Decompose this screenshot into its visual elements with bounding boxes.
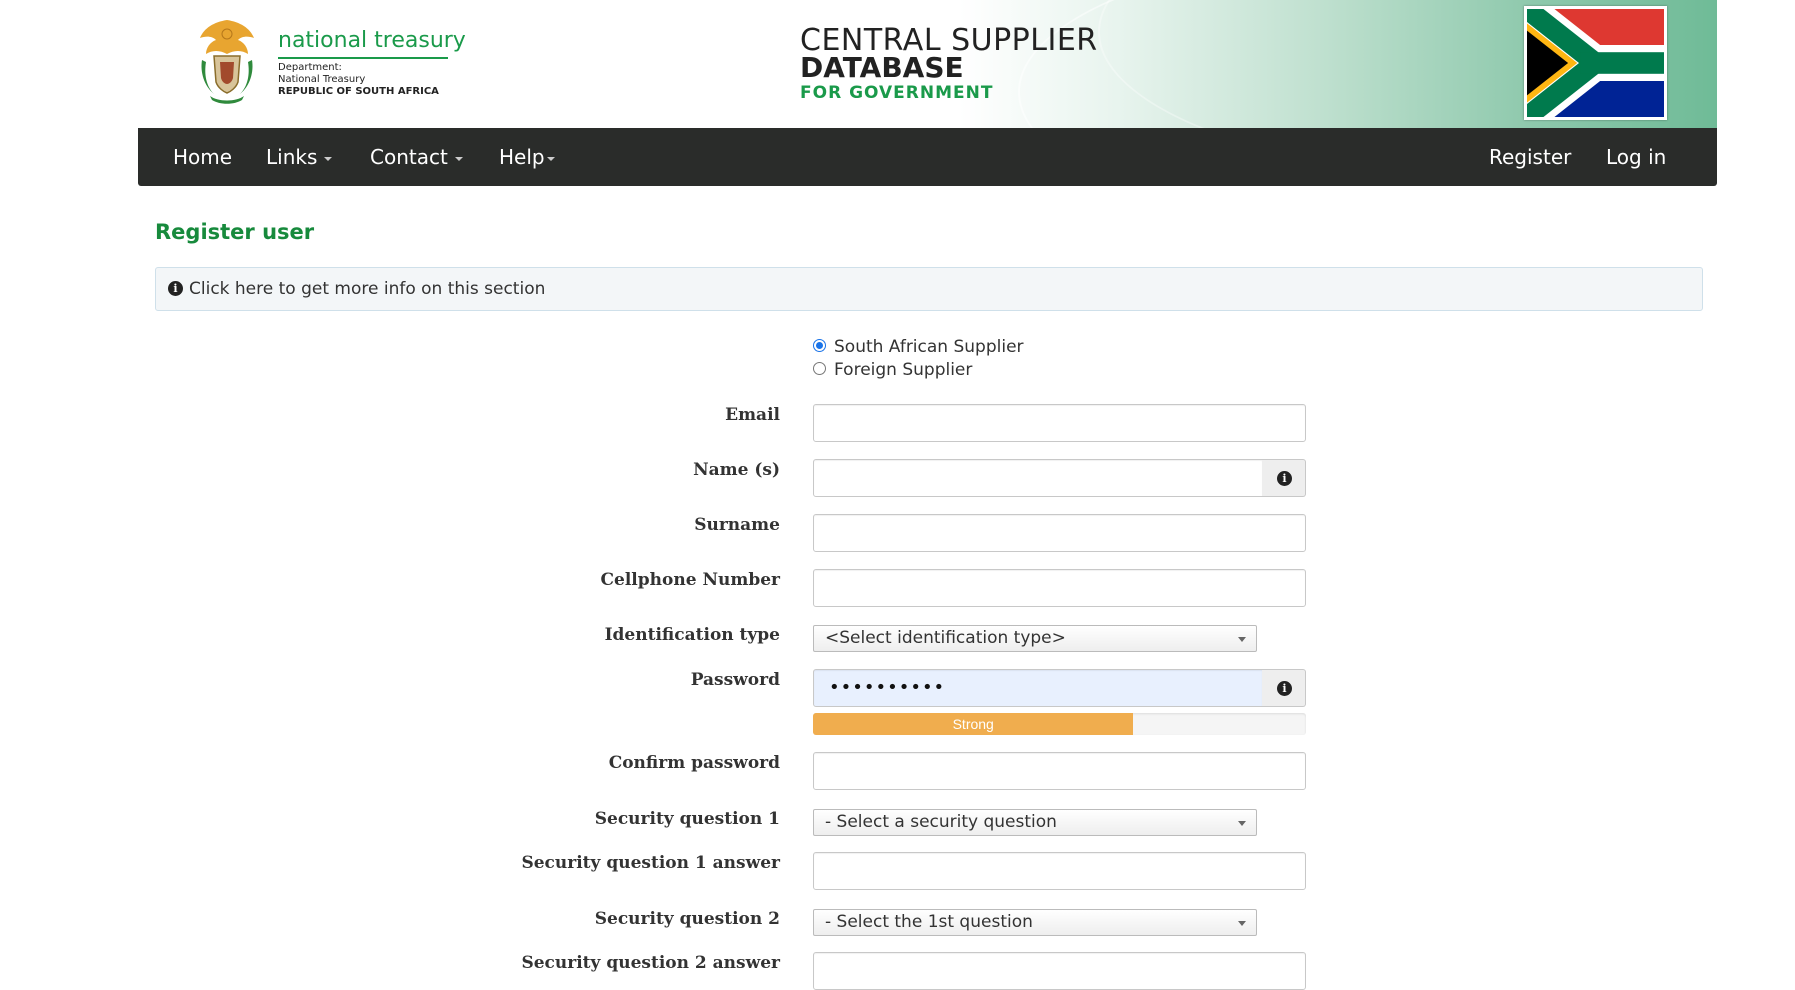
names-label: Name (s) [693,460,780,480]
nav-links-label: Links [266,145,318,169]
security-question-1-label: Security question 1 [594,809,780,829]
org-name: national treasury [278,28,466,53]
nav-register-label: Register [1489,145,1572,169]
security-question-1-selected-value: - Select a security question [825,812,1057,832]
security-question-1-answer-label: Security question 1 answer [521,853,780,873]
caret-down-icon [324,156,333,161]
info-circle-icon: i [168,281,183,296]
page-title: Register user [155,220,315,244]
nav-links[interactable]: Links [266,145,333,169]
password-help-button[interactable]: i [1262,669,1306,707]
org-dept-line3: REPUBLIC OF SOUTH AFRICA [278,86,439,97]
coat-of-arms-icon [200,20,254,104]
site-title-line2: DATABASE [800,51,964,84]
id-type-selected-value: <Select identification type> [825,628,1066,648]
password-strength-fill: Strong [813,713,1134,735]
org-dept-line1: Department: [278,62,342,73]
security-question-2-label: Security question 2 [594,909,780,929]
main-navbar: Home Links Contact Help Register Log in [138,128,1717,186]
section-info-box[interactable]: i Click here to get more info on this se… [155,267,1703,311]
radio-button-unchecked[interactable] [813,361,826,375]
nav-home[interactable]: Home [173,146,232,168]
confirm-password-label: Confirm password [608,753,780,773]
surname-field[interactable] [813,514,1306,552]
org-dept-line2: National Treasury [278,74,366,85]
site-title-line3: FOR GOVERNMENT [800,83,994,103]
id-type-label: Identification type [604,625,780,645]
radio-foreign-supplier[interactable]: Foreign Supplier [813,360,972,380]
info-circle-icon: i [1277,471,1292,486]
confirm-password-field[interactable] [813,752,1306,790]
email-label: Email [725,405,780,425]
nav-help[interactable]: Help [499,146,555,168]
nav-login[interactable]: Log in [1606,146,1666,168]
email-field[interactable] [813,404,1306,442]
names-field[interactable] [813,459,1263,497]
radio-button-checked[interactable] [813,338,826,352]
nav-home-label: Home [173,145,233,169]
chevron-down-icon [1238,921,1246,926]
org-name-rule [278,57,448,59]
password-label: Password [690,670,780,690]
radio-label-sa: South African Supplier [834,337,1024,357]
surname-label: Surname [694,515,780,535]
caret-down-icon [454,156,463,161]
names-help-button[interactable]: i [1262,459,1306,497]
nav-login-label: Log in [1606,145,1667,169]
security-question-1-answer-field[interactable] [813,852,1306,890]
site-header: national treasury Department: National T… [138,0,1717,128]
password-field[interactable]: •••••••••• [813,669,1263,707]
cellphone-field[interactable] [813,569,1306,607]
security-question-2-selected-value: - Select the 1st question [825,912,1033,932]
nav-contact[interactable]: Contact [370,146,463,168]
chevron-down-icon [1238,637,1246,642]
nav-contact-label: Contact [370,145,448,169]
radio-south-african-supplier[interactable]: South African Supplier [813,337,1024,357]
security-question-2-answer-label: Security question 2 answer [521,953,780,973]
chevron-down-icon [1238,821,1246,826]
password-strength-meter: Strong [813,713,1306,735]
cellphone-label: Cellphone Number [600,570,781,590]
nav-help-label: Help [499,145,545,169]
org-department: Department: National Treasury REPUBLIC O… [278,62,439,98]
caret-down-icon [546,156,555,161]
password-masked-value: •••••••••• [829,677,946,698]
security-question-2-answer-field[interactable] [813,952,1306,990]
south-africa-flag-icon [1524,6,1667,120]
section-info-text[interactable]: Click here to get more info on this sect… [189,279,545,299]
radio-label-foreign: Foreign Supplier [834,360,973,380]
id-type-select[interactable]: <Select identification type> [813,625,1257,652]
info-circle-icon: i [1277,681,1292,696]
security-question-1-select[interactable]: - Select a security question [813,809,1257,836]
nav-register[interactable]: Register [1489,146,1571,168]
security-question-2-select[interactable]: - Select the 1st question [813,909,1257,936]
